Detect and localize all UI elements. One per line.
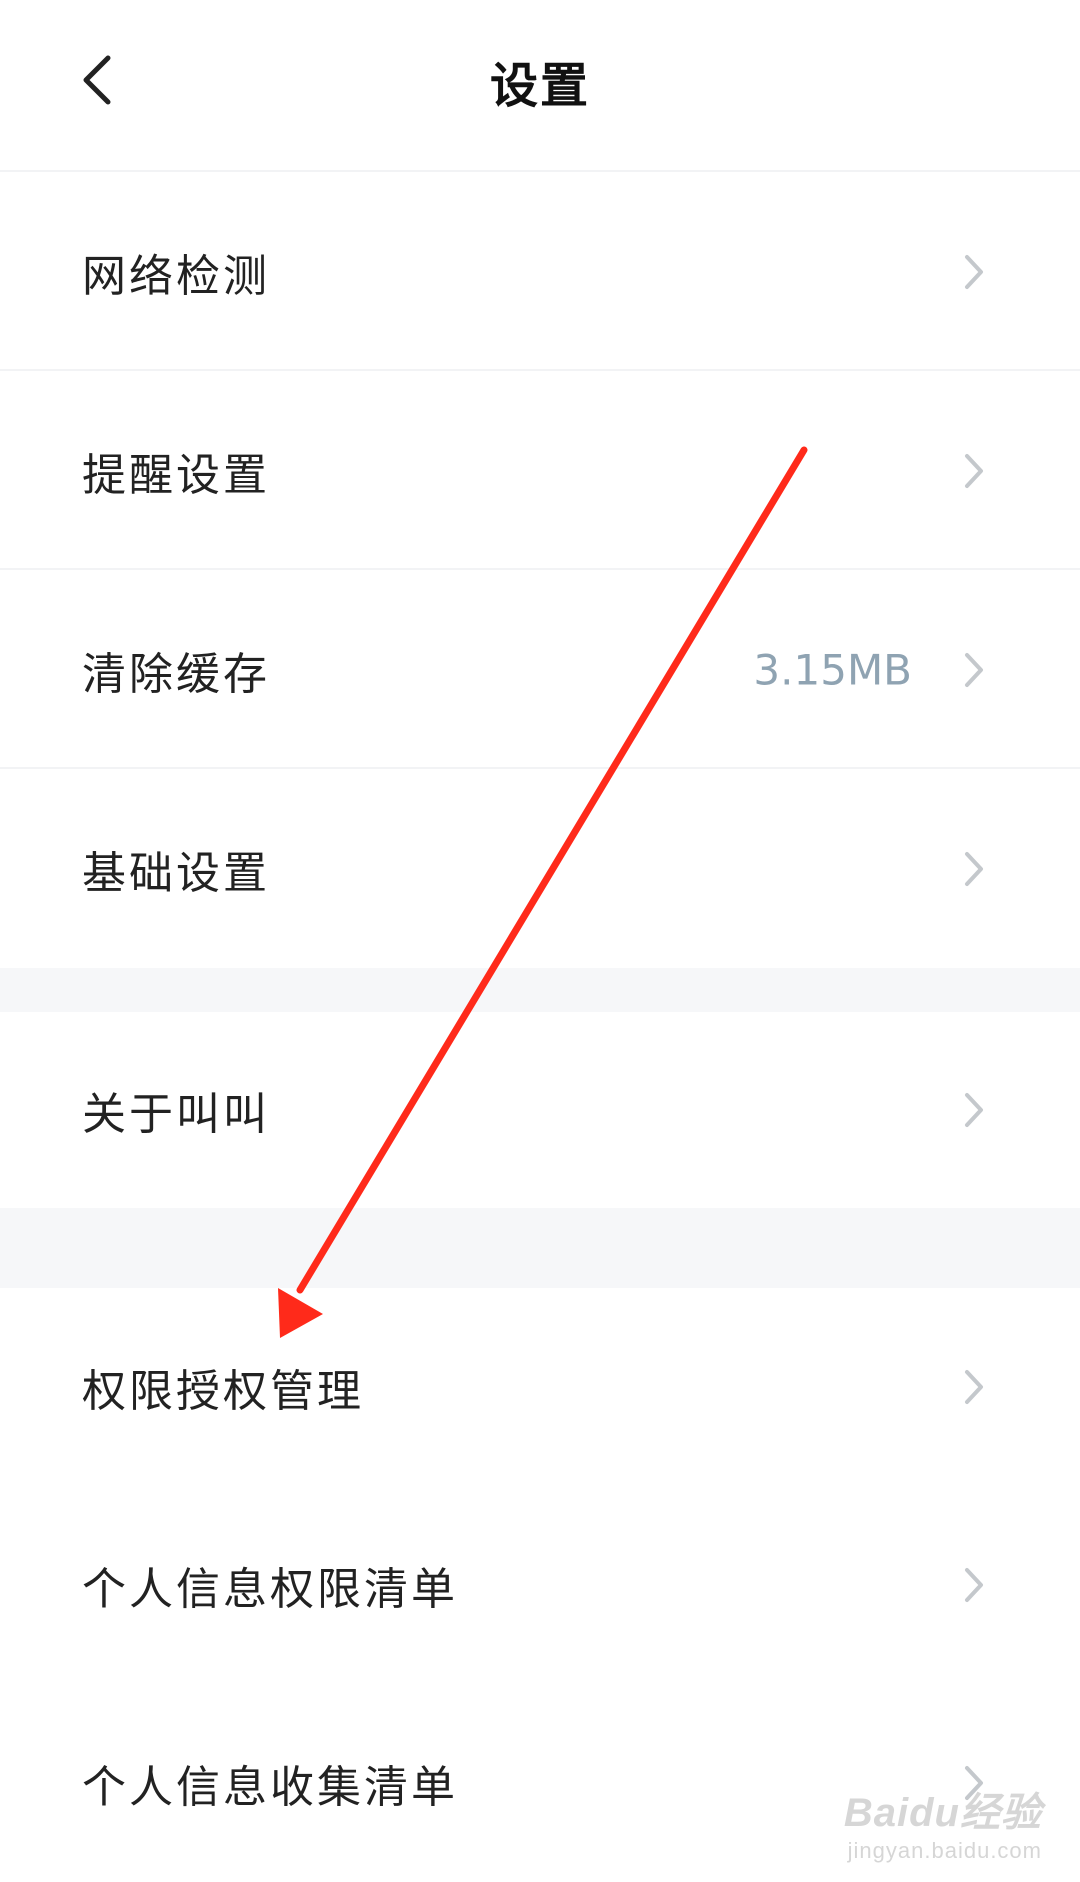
chevron-right-icon <box>960 847 988 891</box>
section-gap <box>0 968 1080 1012</box>
settings-item-basic[interactable]: 基础设置 <box>0 769 1080 968</box>
settings-group-about: 关于叫叫 <box>0 1012 1080 1208</box>
settings-item-label: 个人信息收集清单 <box>82 1762 458 1813</box>
watermark-url: jingyan.baidu.com <box>847 1838 1042 1863</box>
settings-item-label: 基础设置 <box>82 847 270 899</box>
chevron-right-icon <box>960 250 988 294</box>
baidu-watermark: Baidu经验 jingyan.baidu.com <box>844 1780 1042 1864</box>
navigation-bar: 设置 <box>0 0 1080 172</box>
settings-item-label: 提醒设置 <box>82 449 270 501</box>
cache-size-value: 3.15MB <box>753 645 912 694</box>
settings-item-label: 关于叫叫 <box>82 1089 270 1140</box>
settings-item-permission-management[interactable]: 权限授权管理 <box>0 1288 1080 1486</box>
chevron-right-icon <box>960 1563 988 1607</box>
chevron-right-icon <box>960 1365 988 1409</box>
settings-item-label: 清除缓存 <box>82 648 270 700</box>
settings-item-personal-info-permissions[interactable]: 个人信息权限清单 <box>0 1486 1080 1684</box>
settings-group-general: 网络检测 提醒设置 清除缓存 3.15MB 基础设置 <box>0 172 1080 968</box>
section-gap <box>0 1208 1080 1288</box>
page-title: 设置 <box>489 58 590 114</box>
settings-item-label: 个人信息权限清单 <box>82 1564 458 1615</box>
settings-item-about[interactable]: 关于叫叫 <box>0 1012 1080 1208</box>
chevron-right-icon <box>960 449 988 493</box>
settings-item-label: 网络检测 <box>82 250 270 302</box>
settings-item-clear-cache[interactable]: 清除缓存 3.15MB <box>0 570 1080 769</box>
chevron-right-icon <box>960 1088 988 1132</box>
settings-item-reminder[interactable]: 提醒设置 <box>0 371 1080 570</box>
settings-item-label: 权限授权管理 <box>82 1366 364 1417</box>
watermark-logo: Baidu经验 <box>843 1791 1042 1835</box>
chevron-right-icon <box>960 648 988 692</box>
settings-item-network-check[interactable]: 网络检测 <box>0 172 1080 371</box>
settings-screen: 设置 网络检测 提醒设置 清除缓存 3.15MB 基础设置 关于叫叫 权限授权管… <box>0 0 1080 1882</box>
